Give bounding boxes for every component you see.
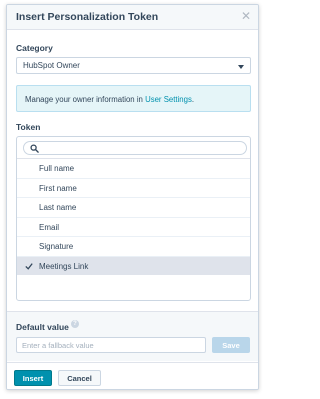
cancel-button[interactable]: Cancel — [58, 370, 101, 386]
user-settings-link[interactable]: User Settings — [145, 95, 192, 104]
fallback-value-input[interactable] — [16, 337, 206, 353]
info-message: Manage your owner information in — [25, 95, 146, 104]
info-banner: Manage your owner information in User Se… — [16, 85, 251, 112]
token-search-input[interactable] — [23, 141, 247, 155]
search-icon — [30, 144, 39, 153]
token-item-label: Signature — [39, 242, 74, 251]
close-icon[interactable]: ✕ — [241, 9, 251, 23]
default-value-label: Default value — [16, 322, 69, 332]
dialog-footer: Insert Cancel — [7, 362, 258, 389]
token-list-item[interactable]: Full name — [17, 158, 250, 178]
token-item-label: Meetings Link — [39, 261, 89, 271]
token-item-label: Email — [39, 222, 60, 232]
token-list-item[interactable]: Signature — [17, 236, 250, 256]
token-list-item[interactable]: First name — [17, 177, 250, 198]
info-suffix: . — [191, 95, 195, 104]
dialog-header: Insert Personalization Token ✕ — [7, 5, 258, 30]
token-list-item[interactable]: Meetings Link — [17, 255, 250, 275]
insert-token-dialog: Insert Personalization Token ✕ Category … — [6, 4, 259, 390]
token-picker: Full name First name Last name Email Signatu… — [16, 136, 251, 301]
chevron-down-icon — [238, 65, 244, 69]
dialog-title: Insert Personalization Token — [16, 11, 159, 23]
insert-button[interactable]: Insert — [14, 370, 52, 386]
token-item-label: Full name — [39, 164, 75, 173]
default-value-section: Default value ? Save — [7, 311, 258, 361]
token-label: Token — [16, 122, 41, 132]
category-selected-value: HubSpot Owner — [23, 61, 80, 70]
token-item-label: Last name — [39, 203, 77, 212]
info-text: Manage your owner information in User Se… — [25, 95, 194, 104]
token-item-label: First name — [39, 183, 77, 193]
category-select[interactable]: HubSpot Owner — [16, 57, 251, 74]
help-icon[interactable]: ? — [71, 320, 79, 328]
category-label: Category — [16, 43, 53, 53]
token-list: Full name First name Last name Email Signatu… — [17, 158, 250, 275]
checkmark-icon — [25, 262, 33, 270]
save-button[interactable]: Save — [212, 337, 250, 353]
token-list-item[interactable]: Last name — [17, 197, 250, 217]
token-list-item[interactable]: Email — [17, 216, 250, 237]
